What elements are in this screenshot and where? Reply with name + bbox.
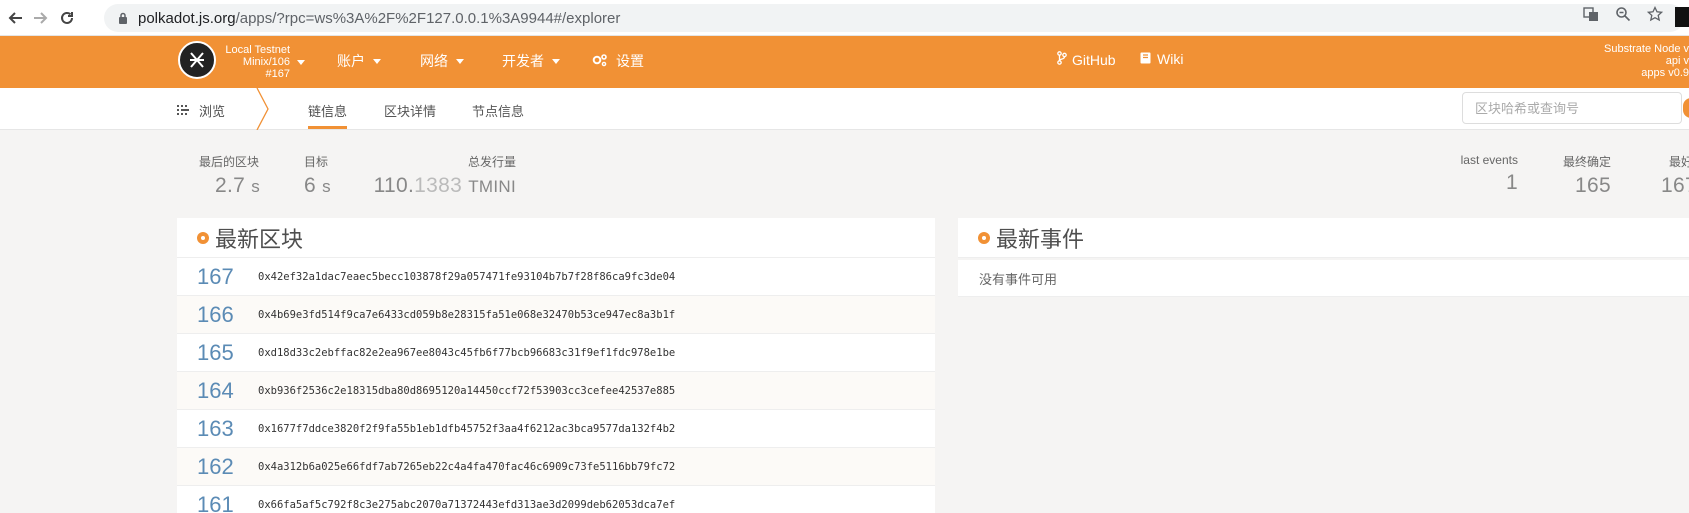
block-number-link[interactable]: 163 — [177, 416, 258, 442]
card-bullet-icon — [197, 231, 209, 244]
block-hash: 0x1677f7ddce3820f2f9fa55b1eb1dfb45752f3a… — [258, 422, 676, 435]
chevron-down-icon[interactable] — [297, 60, 305, 65]
github-link[interactable]: GitHub — [1057, 51, 1116, 68]
address-bar[interactable]: polkadot.js.org/apps/?rpc=ws%3A%2F%2F127… — [104, 4, 1684, 32]
recent-blocks-title: 最新区块 — [215, 226, 304, 252]
tab-block-details[interactable]: 区块详情 — [384, 101, 436, 120]
block-row[interactable]: 166 0x4b69e3fd514f9ca7e6433cd059b8e28315f… — [177, 296, 935, 334]
block-hash: 0x4b69e3fd514f9ca7e6433cd059b8e28315fa51… — [258, 308, 676, 321]
block-number-link[interactable]: 167 — [177, 264, 258, 290]
recent-blocks-header: 最新区块 — [177, 218, 935, 258]
zoom-icon[interactable] — [1613, 4, 1633, 24]
breadcrumb-separator-icon — [256, 88, 269, 130]
block-hash: 0x4a312b6a025e66fdf7ab7265eb22c4a4fa470f… — [258, 460, 676, 473]
issuance-decimal: 1383 — [414, 174, 463, 197]
url-text: polkadot.js.org/apps/?rpc=ws%3A%2F%2F127… — [138, 9, 621, 27]
section-browse[interactable]: 浏览 — [177, 101, 225, 120]
block-row[interactable]: 167 0x42ef32a1dac7eaec5becc103878f29a0574… — [177, 258, 935, 296]
block-search-input[interactable] — [1462, 92, 1682, 124]
menu-accounts[interactable]: 账户 — [337, 51, 381, 71]
block-number-link[interactable]: 162 — [177, 454, 258, 480]
chain-name: Local Testnet — [225, 44, 290, 56]
summary-last-block: 最后的区块 2.7 s — [199, 155, 261, 197]
block-number-link[interactable]: 161 — [177, 492, 258, 513]
issuance-integer: 110. — [373, 174, 415, 197]
block-row[interactable]: 161 0x66fa5af5c792f8c3e275abc2070a7137244… — [177, 486, 935, 513]
active-tab-indicator — [308, 126, 347, 129]
extension-icon[interactable] — [1675, 7, 1689, 27]
summary-total-issuance: 总发行量 110.1383 TMINI — [373, 155, 516, 197]
lock-icon — [116, 11, 130, 25]
reload-icon[interactable] — [54, 5, 80, 31]
tab-node-info[interactable]: 节点信息 — [472, 101, 524, 120]
chain-selector[interactable]: Local Testnet Minix/106 #167 — [218, 44, 290, 80]
menu-settings[interactable]: 设置 — [592, 51, 644, 71]
chain-logo-icon[interactable] — [178, 41, 216, 79]
block-number-link[interactable]: 165 — [177, 340, 258, 366]
browser-toolbar: polkadot.js.org/apps/?rpc=ws%3A%2F%2F127… — [0, 0, 1689, 36]
finalized-value: 165 — [1575, 174, 1611, 197]
wiki-link[interactable]: Wiki — [1140, 51, 1183, 67]
target-value: 6 — [304, 174, 316, 197]
chain-runtime: Minix/106 — [242, 56, 290, 68]
book-icon — [1140, 51, 1151, 67]
chevron-down-icon — [373, 58, 381, 64]
forward-arrow-icon[interactable] — [28, 5, 54, 31]
recent-events-header: 最新事件 — [958, 218, 1689, 258]
gears-icon — [592, 53, 608, 70]
chevron-down-icon — [456, 58, 464, 64]
card-bullet-icon — [978, 231, 990, 244]
events-empty-state: 没有事件可用 — [958, 260, 1689, 297]
grid-icon — [177, 103, 189, 118]
sub-navigation: 浏览 链信息 区块详情 节点信息 — [0, 88, 1689, 130]
tab-chain-info[interactable]: 链信息 — [308, 101, 347, 120]
search-action-button[interactable] — [1683, 98, 1689, 118]
chain-best-block: #167 — [265, 68, 290, 80]
menu-developer[interactable]: 开发者 — [502, 51, 560, 71]
chevron-down-icon — [552, 58, 560, 64]
app-header: Local Testnet Minix/106 #167 账户 网络 开发者 设… — [0, 36, 1689, 88]
summary-target: 目标 6 s — [304, 155, 331, 197]
block-number-link[interactable]: 164 — [177, 378, 258, 404]
bookmark-star-icon[interactable] — [1645, 4, 1665, 24]
recent-events-title: 最新事件 — [996, 226, 1085, 252]
block-hash: 0x42ef32a1dac7eaec5becc103878f29a057471f… — [258, 270, 676, 283]
summary-finalized: 最终确定 165 — [1560, 153, 1611, 198]
translate-icon[interactable] — [1581, 4, 1601, 24]
last-events-value: 1 — [1506, 171, 1518, 194]
block-hash: 0xd18d33c2ebffac82e2ea967ee8043c45fb6f77… — [258, 346, 676, 359]
menu-network[interactable]: 网络 — [420, 51, 464, 71]
block-row[interactable]: 162 0x4a312b6a025e66fdf7ab7265eb22c4a4fa4… — [177, 448, 935, 486]
block-row[interactable]: 164 0xb936f2536c2e18315dba80d8695120a1445… — [177, 372, 935, 410]
best-value: 167 — [1661, 174, 1689, 197]
block-number-link[interactable]: 166 — [177, 302, 258, 328]
summary-best: 最好 167 — [1661, 155, 1689, 197]
block-hash: 0x66fa5af5c792f8c3e275abc2070a71372443ef… — [258, 498, 676, 511]
block-hash: 0xb936f2536c2e18315dba80d8695120a14450cc… — [258, 384, 676, 397]
code-branch-icon — [1057, 51, 1067, 68]
block-row[interactable]: 165 0xd18d33c2ebffac82e2ea967ee8043c45fb6… — [177, 334, 935, 372]
node-version-info: Substrate Node v api v apps v0.9 — [1604, 43, 1689, 79]
recent-blocks-list: 167 0x42ef32a1dac7eaec5becc103878f29a0574… — [177, 258, 935, 513]
back-arrow-icon[interactable] — [2, 5, 28, 31]
summary-last-events: last events 1 — [1450, 153, 1518, 195]
block-row[interactable]: 163 0x1677f7ddce3820f2f9fa55b1eb1dfb45752… — [177, 410, 935, 448]
last-block-value: 2.7 — [215, 174, 246, 197]
